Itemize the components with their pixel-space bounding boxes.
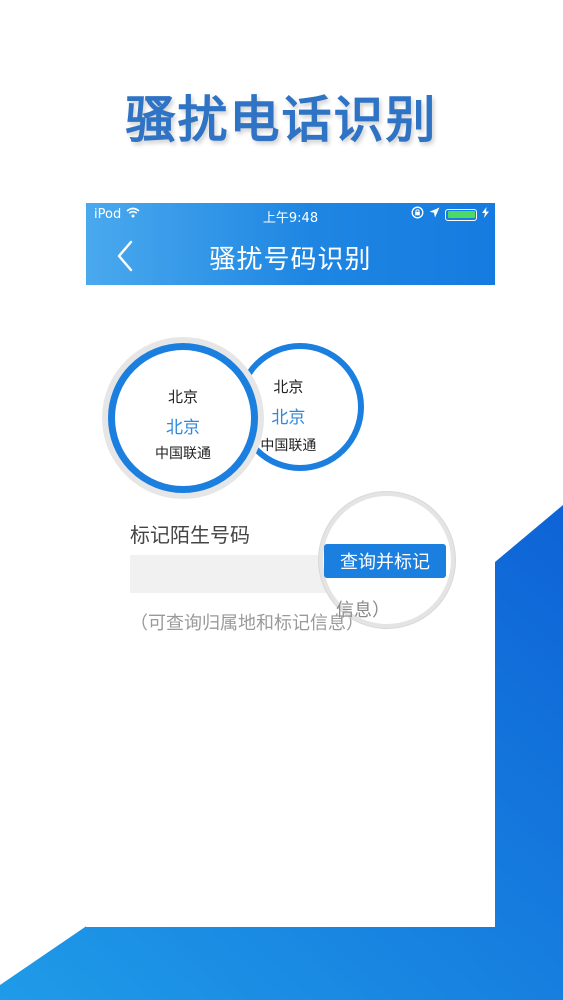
circle-location-highlight: 北京 (166, 418, 200, 438)
location-arrow-icon (429, 207, 440, 222)
circle-location: 北京 (273, 378, 304, 396)
charging-bolt-icon (482, 207, 489, 222)
magnified-hint-text: 信息） (336, 600, 390, 621)
battery-icon (445, 208, 477, 221)
battery-level (447, 211, 475, 218)
promo-title: 骚扰电话识别 (125, 91, 438, 149)
circle-carrier: 中国联通 (155, 446, 211, 462)
nav-bar: 骚扰号码识别 (86, 227, 495, 285)
rotation-lock-icon (411, 206, 424, 223)
status-right (411, 206, 489, 223)
status-bar: iPod 上午9:48 (86, 203, 495, 227)
phone-screen: iPod 上午9:48 骚扰号码识别 北京 北京 中国联通 北京 北京 中国联通… (86, 203, 495, 927)
caller-info-circle-front: 北京 北京 中国联通 (108, 343, 258, 493)
mark-number-label: 标记陌生号码 (130, 523, 250, 547)
hint-text: （可查询归属地和标记信息） (130, 613, 364, 634)
circle-carrier: 中国联通 (260, 438, 317, 454)
circle-location: 北京 (167, 388, 198, 406)
query-and-mark-button[interactable]: 查询并标记 (324, 544, 446, 578)
nav-title: 骚扰号码识别 (209, 245, 372, 275)
